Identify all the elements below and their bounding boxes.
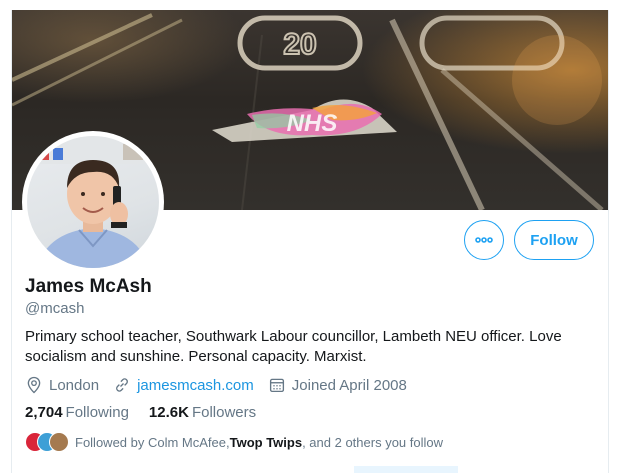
profile-stats: 2,704 Following 12.6K Followers <box>25 404 276 421</box>
location-pin-icon <box>27 376 41 394</box>
location-text: London <box>49 376 100 394</box>
tab-indicator-partial <box>354 466 458 473</box>
link-icon <box>116 378 128 392</box>
follower-avatar <box>49 432 69 452</box>
follower-avatars <box>25 432 69 452</box>
profile-avatar[interactable] <box>22 131 164 273</box>
profile-bio: Primary school teacher, Southwark Labour… <box>25 328 562 365</box>
followed-by-prefix: Followed by Colm McAfee, <box>75 434 230 450</box>
followed-by-row[interactable]: Followed by Colm McAfee, Twop Twips, and… <box>25 432 443 452</box>
followers-count: 12.6K <box>148 404 189 421</box>
website-item: jamesmcash.com <box>113 376 254 394</box>
joined-item: Joined April 2008 <box>268 376 407 394</box>
calendar-icon <box>269 378 284 393</box>
nhs-heart-text: NHS <box>287 110 338 137</box>
more-options-button[interactable] <box>464 220 504 260</box>
joined-text: Joined April 2008 <box>291 376 407 394</box>
followers-label: Followers <box>191 404 257 421</box>
location-item: London <box>25 376 99 394</box>
speed-marking-text: 20 <box>283 28 316 61</box>
following-stat[interactable]: 2,704 Following <box>25 404 129 421</box>
website-link[interactable]: jamesmcash.com <box>137 377 254 394</box>
followers-stat[interactable]: 12.6K Followers <box>149 404 256 421</box>
profile-name: James McAsh <box>25 276 152 297</box>
profile-meta: London jamesmcash.com Joined April 2008 <box>25 375 421 395</box>
followed-by-name: Twop Twips <box>229 434 303 450</box>
avatar-photo <box>27 136 159 268</box>
followed-by-suffix: , and 2 others you follow <box>302 434 443 450</box>
follow-button[interactable]: Follow <box>514 220 594 260</box>
following-count: 2,704 <box>25 404 63 421</box>
profile-handle: @mcash <box>25 300 85 317</box>
more-horizontal-icon <box>475 237 493 243</box>
following-label: Following <box>65 404 129 421</box>
top-strip <box>0 0 620 10</box>
